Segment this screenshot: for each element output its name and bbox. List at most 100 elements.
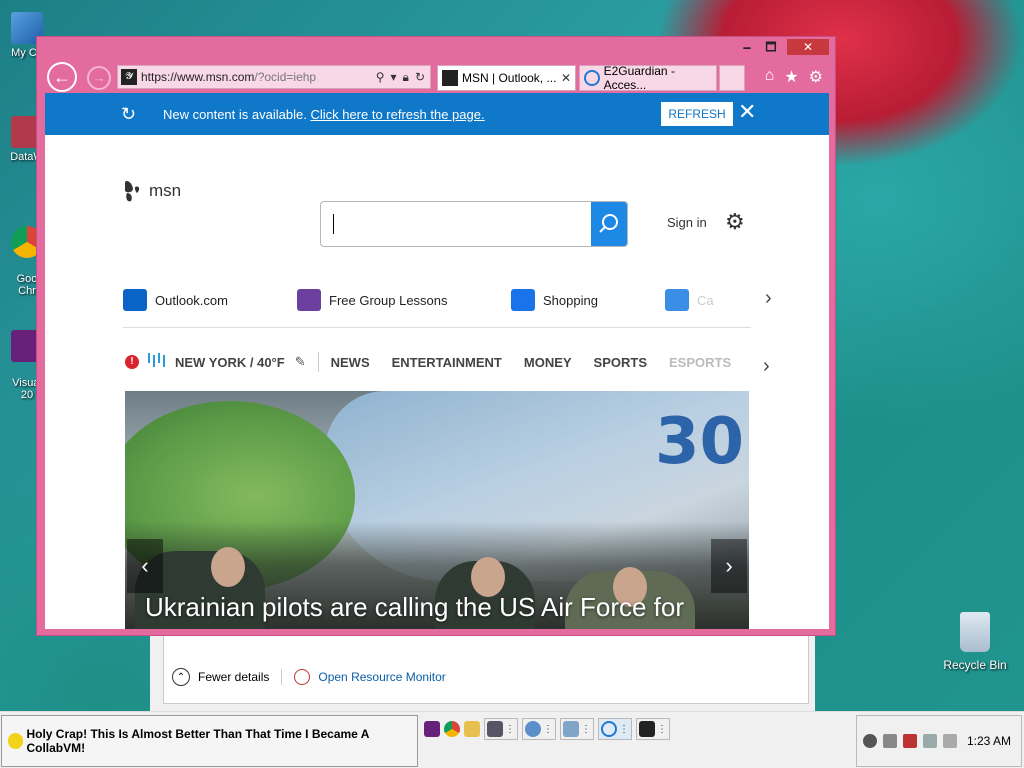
- home-icon[interactable]: ⌂: [765, 67, 775, 87]
- taskbar-button[interactable]: ⋮: [522, 718, 556, 740]
- nav-divider: [317, 352, 319, 372]
- carousel-prev-button[interactable]: ‹: [127, 539, 163, 593]
- collapse-icon[interactable]: ⌃: [172, 668, 190, 686]
- chrome-icon[interactable]: [444, 721, 460, 737]
- more-icon: ⋮: [657, 723, 667, 735]
- msn-logo-text: msn: [149, 181, 182, 200]
- chevron-right-icon[interactable]: ›: [763, 355, 770, 378]
- more-icon: ⋮: [619, 723, 629, 735]
- tab-msn[interactable]: MSN | Outlook, ... ✕: [437, 65, 576, 91]
- taskbar-button[interactable]: ⋮: [598, 718, 632, 740]
- settings-gear-icon[interactable]: ⚙: [809, 67, 823, 87]
- network-icon[interactable]: [923, 734, 937, 748]
- shopping-cart-icon: [511, 289, 535, 311]
- section-divider: [123, 327, 751, 328]
- address-bar[interactable]: 𝓨 https://www.msn.com/?ocid=iehp ⚲ ▾ 🔒︎ …: [117, 65, 431, 89]
- nav-news[interactable]: NEWS: [331, 355, 370, 370]
- notification-message: New content is available. Click here to …: [163, 107, 485, 122]
- hero-carousel[interactable]: 30 ‹ › Ukrainian pilots are calling the …: [125, 391, 749, 629]
- search-icon[interactable]: ⚲: [376, 70, 385, 85]
- graduation-cap-icon: [297, 289, 321, 311]
- taskbar: Holy Crap! This Is Almost Better Than Th…: [0, 711, 1024, 768]
- quick-link-label: Ca: [697, 292, 714, 308]
- chevron-right-icon[interactable]: ›: [765, 287, 772, 310]
- address-url-base: https://www.msn.com: [141, 70, 255, 84]
- clock[interactable]: 1:23 AM: [967, 734, 1011, 748]
- search-input[interactable]: [320, 201, 628, 247]
- forward-button[interactable]: →: [87, 66, 111, 90]
- quick-link-label: Free Group Lessons: [329, 292, 448, 308]
- nav-entertainment[interactable]: ENTERTAINMENT: [392, 355, 502, 370]
- weather-alert-icon[interactable]: !: [125, 355, 139, 369]
- close-notification-icon[interactable]: ✕: [738, 99, 756, 125]
- stop-icon[interactable]: [883, 734, 897, 748]
- refresh-link[interactable]: Click here to refresh the page.: [310, 107, 484, 122]
- desktop-icon-recycle-bin[interactable]: Recycle Bin: [940, 612, 1010, 672]
- notification-text: New content is available.: [163, 107, 307, 122]
- rain-icon: [148, 353, 165, 367]
- minimize-button[interactable]: 🗕: [738, 39, 756, 55]
- lock-icon[interactable]: 🔒︎: [403, 70, 409, 85]
- more-icon: ⋮: [581, 723, 591, 735]
- recycle-bin-label: Recycle Bin: [943, 658, 1007, 672]
- task-manager-footer: ⌃ Fewer details Open Resource Monitor: [172, 668, 446, 686]
- flag-icon[interactable]: [903, 734, 917, 748]
- dropdown-icon[interactable]: ▾: [391, 70, 397, 85]
- task-manager-icon: [563, 721, 579, 737]
- resource-monitor-icon: [294, 669, 311, 685]
- desktop-icon-label: Goo Chr: [16, 273, 38, 297]
- browser-window: 🗕 🗖 ✕ ← → 𝓨 https://www.msn.com/?ocid=ie…: [36, 36, 836, 636]
- quick-link-label: Outlook.com: [155, 292, 228, 308]
- file-explorer-icon[interactable]: [464, 721, 480, 737]
- title-bar: 🗕 🗖 ✕: [37, 37, 835, 57]
- open-resource-monitor-link[interactable]: Open Resource Monitor: [318, 670, 445, 684]
- car-icon: [665, 289, 689, 311]
- close-tab-icon[interactable]: ✕: [561, 71, 571, 85]
- tab-label: MSN | Outlook, ...: [462, 71, 557, 85]
- quick-link-free-group-lessons[interactable]: Free Group Lessons: [297, 289, 448, 311]
- nav-money[interactable]: MONEY: [524, 355, 572, 370]
- search-button[interactable]: [591, 202, 627, 246]
- taskbar-button[interactable]: ⋮: [636, 718, 670, 740]
- notification-icon[interactable]: [863, 734, 877, 748]
- quick-link-cars[interactable]: Ca: [665, 289, 714, 311]
- smiley-icon: [8, 733, 24, 749]
- refresh-icon[interactable]: ↻: [415, 70, 425, 85]
- sign-in-link[interactable]: Sign in: [667, 215, 707, 230]
- soldier-head: [471, 557, 505, 597]
- quick-link-label: Shopping: [543, 292, 598, 308]
- hero-headline[interactable]: Ukrainian pilots are calling the US Air …: [145, 592, 684, 623]
- globe-icon: [525, 721, 541, 737]
- volume-icon[interactable]: [943, 734, 957, 748]
- refresh-button[interactable]: REFRESH: [661, 102, 733, 126]
- command-prompt-icon: [639, 721, 655, 737]
- weather-location[interactable]: NEW YORK / 40°F: [175, 355, 285, 370]
- maximize-button[interactable]: 🗖: [762, 39, 780, 55]
- tab-label: E2Guardian - Acces...: [603, 64, 675, 92]
- ie-tab-icon: [584, 70, 600, 86]
- settings-gear-icon[interactable]: ⚙: [725, 209, 745, 235]
- carousel-next-button[interactable]: ›: [711, 539, 747, 593]
- msn-logo[interactable]: msn: [123, 179, 181, 203]
- back-button[interactable]: ←: [47, 62, 77, 92]
- taskbar-button[interactable]: ⋮: [560, 718, 594, 740]
- app-icon: [487, 721, 503, 737]
- new-tab-button[interactable]: [719, 65, 745, 91]
- quick-link-outlook[interactable]: Outlook.com: [123, 289, 228, 311]
- close-button[interactable]: ✕: [787, 39, 829, 55]
- msn-favicon-icon: 𝓨: [121, 69, 137, 85]
- visual-studio-icon[interactable]: [424, 721, 440, 737]
- banner-text: Holy Crap! This Is Almost Better Than Th…: [26, 727, 369, 755]
- outlook-icon: [123, 289, 147, 311]
- taskbar-button[interactable]: ⋮: [484, 718, 518, 740]
- nav-esports[interactable]: ESPORTS: [669, 355, 731, 370]
- tab-e2guardian[interactable]: E2Guardian - Acces...: [579, 64, 717, 92]
- taskbar-apps: ⋮ ⋮ ⋮ ⋮ ⋮: [424, 718, 670, 740]
- soldier-head: [211, 547, 245, 587]
- recycle-bin-icon: [960, 612, 990, 652]
- favorites-star-icon[interactable]: ★: [784, 67, 798, 87]
- fewer-details-link[interactable]: Fewer details: [198, 670, 269, 684]
- quick-link-shopping[interactable]: Shopping: [511, 289, 598, 311]
- nav-sports[interactable]: SPORTS: [594, 355, 647, 370]
- edit-pencil-icon[interactable]: ✎: [295, 354, 306, 370]
